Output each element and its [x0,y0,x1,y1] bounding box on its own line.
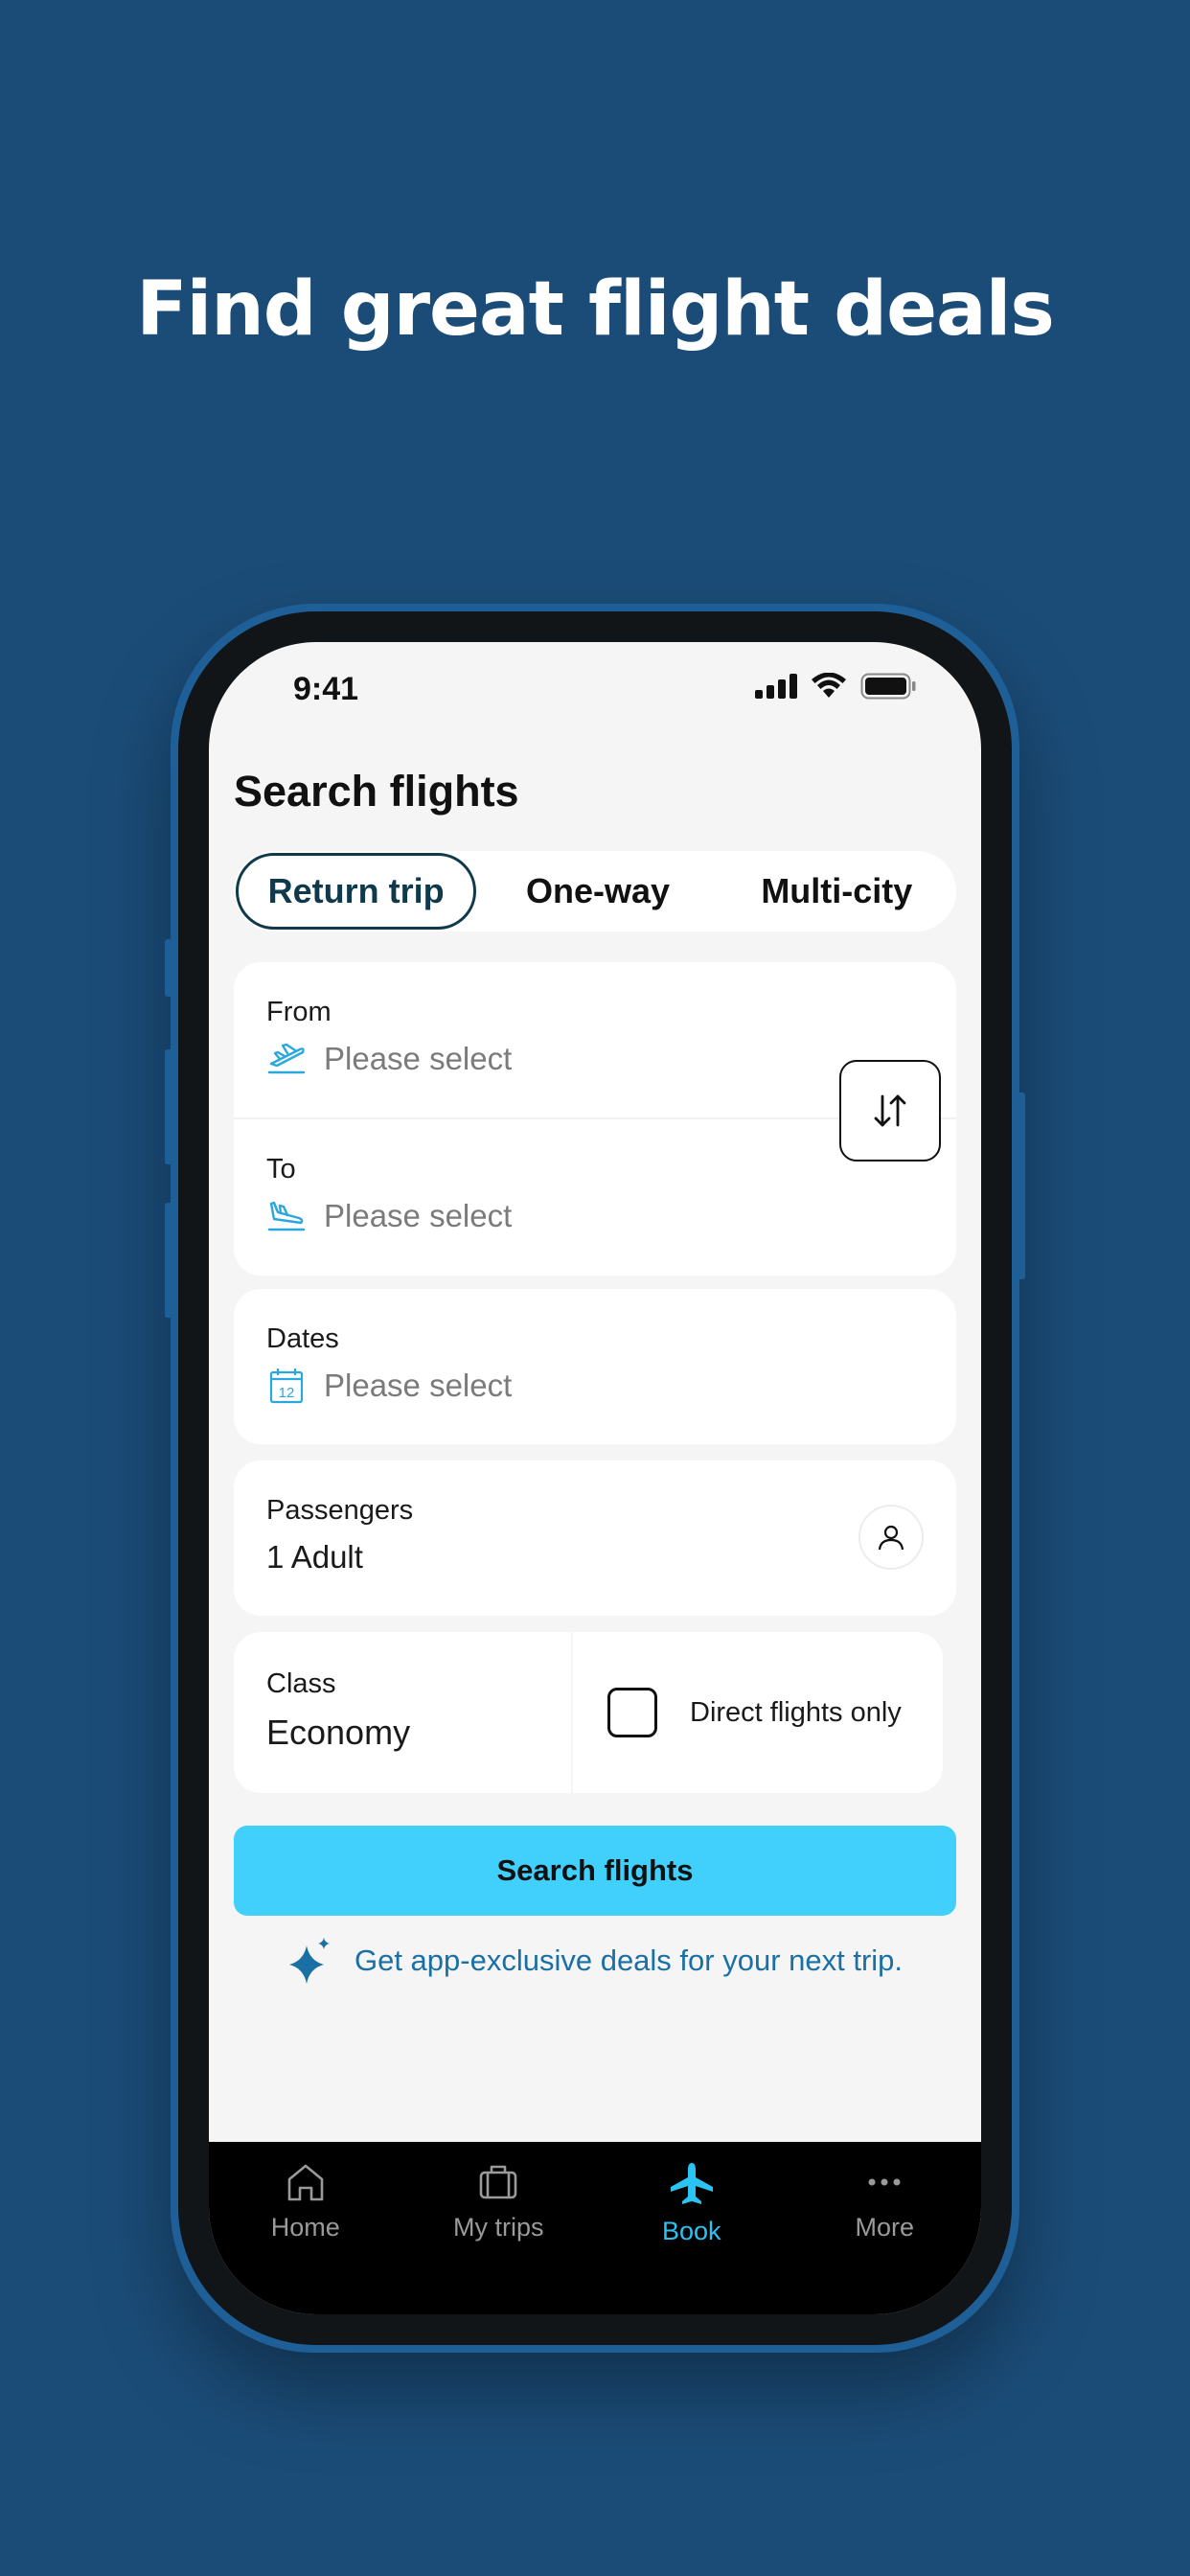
dates-label: Dates [266,1323,339,1354]
trip-type-multi-city[interactable]: Multi-city [720,853,954,930]
phone-side-button [165,939,172,997]
direct-flights-label: Direct flights only [690,1696,902,1728]
from-placeholder: Please select [324,1041,513,1076]
search-flights-button[interactable]: Search flights [234,1826,956,1916]
from-label: From [266,997,332,1027]
calendar-icon: 12 [269,1368,304,1404]
phone-side-button [1018,1092,1025,1279]
tab-bar: Home My trips Book More [209,2142,981,2314]
screen-title: Search flights [234,767,519,816]
from-value: Please select [266,1041,512,1077]
promo-banner[interactable]: Get app-exclusive deals for your next tr… [209,1936,981,1986]
status-time: 9:41 [293,671,359,707]
sparkle-icon [288,1938,330,1984]
takeoff-icon [267,1043,306,1074]
class-row: Class Economy Direct flights only [234,1632,943,1793]
tab-home[interactable]: Home [209,2142,402,2314]
calendar-icon-number: 12 [279,1385,295,1401]
passengers-value: 1 Adult [266,1539,363,1575]
phone-screen: 9:41 Search flights Return trip One-way … [209,642,981,2314]
status-icons [755,673,916,700]
battery-icon [860,673,916,700]
passengers-label: Passengers [266,1495,414,1526]
tab-home-label: Home [270,2213,340,2242]
tab-book[interactable]: Book [595,2142,789,2314]
phone-side-button [165,1049,172,1164]
signal-icon [755,674,797,699]
phone-side-button [165,1203,172,1318]
tab-more[interactable]: More [789,2142,982,2314]
trip-type-selector: Return trip One-way Multi-city [234,851,956,932]
tab-my-trips[interactable]: My trips [402,2142,596,2314]
class-value: Economy [266,1713,411,1752]
direct-flights-toggle[interactable]: Direct flights only [573,1632,943,1793]
to-placeholder: Please select [324,1198,513,1233]
swap-button[interactable] [839,1060,941,1162]
promo-text: Get app-exclusive deals for your next tr… [354,1944,904,1977]
suitcase-icon [479,2165,517,2199]
home-icon [287,2164,324,2201]
plane-icon [670,2163,713,2204]
more-dots-icon [868,2178,901,2186]
dates-value: 12 Please select [266,1368,512,1404]
swap-arrows-icon [874,1094,906,1127]
landing-icon [267,1201,306,1231]
direct-flights-checkbox[interactable] [607,1688,657,1737]
tab-my-trips-label: My trips [453,2213,544,2242]
tab-more-label: More [855,2213,914,2242]
dates-placeholder: Please select [324,1368,513,1403]
passengers-field[interactable]: Passengers 1 Adult [234,1460,956,1616]
class-field[interactable]: Class Economy [234,1632,571,1793]
to-label: To [266,1154,296,1184]
to-value: Please select [266,1198,512,1234]
trip-type-one-way[interactable]: One-way [480,853,715,930]
wifi-icon [812,673,846,698]
tab-book-label: Book [661,2217,721,2245]
person-icon [858,1505,924,1570]
dates-field[interactable]: Dates 12 Please select [234,1289,956,1444]
class-label: Class [266,1668,336,1699]
trip-type-return[interactable]: Return trip [236,853,477,930]
page-headline: Find great flight deals [136,266,1055,353]
